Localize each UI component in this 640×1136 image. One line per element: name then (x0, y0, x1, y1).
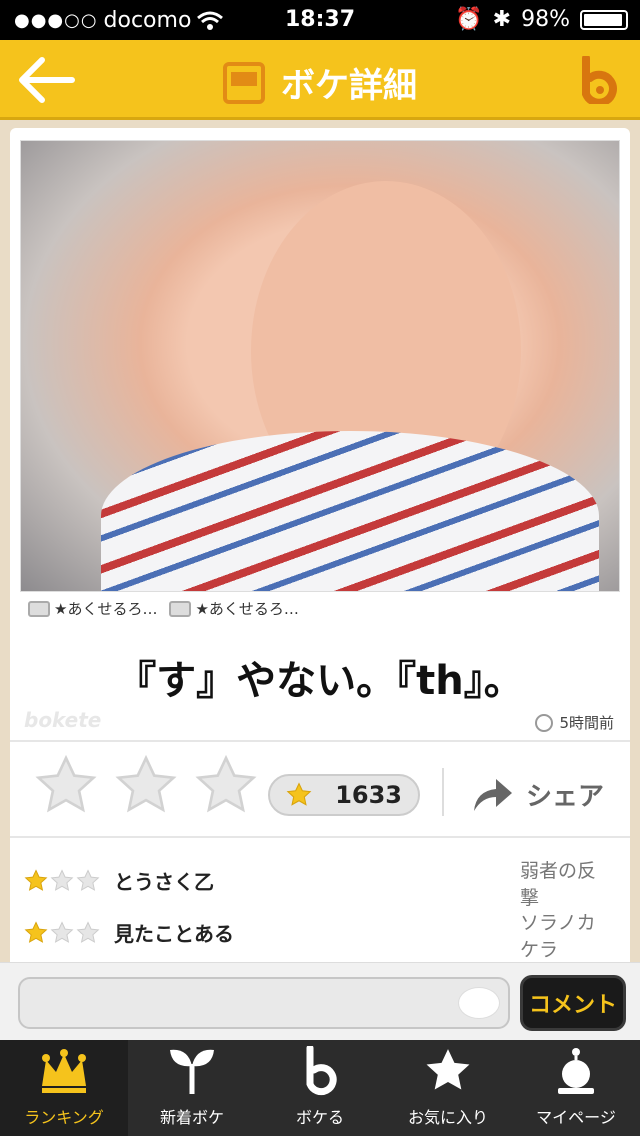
gold-star-icon (286, 782, 312, 806)
battery-percent: 98% (521, 7, 570, 32)
gray-star-icon (76, 920, 100, 943)
bluetooth-icon: ✱ (492, 7, 512, 32)
page-title: ボケ詳細 (0, 58, 640, 107)
star-icon (426, 1049, 470, 1090)
camera-icon (28, 600, 50, 617)
rate-star-1-icon[interactable] (32, 754, 100, 818)
vertical-divider (442, 768, 444, 816)
boke-card: ★あくせるろ… ★あくせるろ… 『す』やない。『th』。 bokete 5時間前… (10, 128, 630, 968)
battery-icon (580, 9, 628, 30)
image-credit-label: ★あくせるろ… (195, 600, 299, 618)
page-title-label: ボケ詳細 (281, 66, 417, 106)
tab-label: お気に入り (407, 1108, 488, 1127)
comment-input-bar: コメント (0, 962, 640, 1040)
divider (10, 836, 630, 838)
comment-button[interactable]: コメント (520, 975, 626, 1031)
divider (10, 740, 630, 742)
photo-credits: ★あくせるろ… ★あくせるろ… (28, 598, 299, 619)
rate-star-2-icon[interactable] (112, 754, 180, 818)
speech-bubble-icon (458, 987, 500, 1019)
tab-new-boke[interactable]: 新着ボケ (128, 1040, 256, 1136)
star-count: 1633 (335, 781, 402, 809)
boke-detail-icon (223, 61, 265, 104)
gray-star-icon (50, 920, 74, 943)
status-bar: ●●●○○ docomo 18:37 ⏰ ✱ 98% (0, 0, 640, 40)
tab-mypage[interactable]: マイページ (512, 1040, 640, 1136)
tab-label: 新着ボケ (159, 1108, 224, 1127)
profile-icon (558, 1048, 594, 1094)
post-time-label: 5時間前 (559, 714, 614, 732)
striped-blanket-shape (101, 431, 599, 591)
tab-ranking[interactable]: ランキング (0, 1040, 128, 1136)
share-label: シェア (526, 782, 605, 812)
photo-credit[interactable]: ★あくせるろ… (28, 598, 157, 619)
comment-rating (24, 920, 100, 945)
comment-item: 見たことある (24, 918, 234, 947)
photo-credit-label: ★あくせるろ… (54, 600, 158, 618)
tab-bar: ランキング 新着ボケ ボケる お気に入り マイページ (0, 1040, 640, 1136)
boke-photo[interactable] (20, 140, 620, 592)
comment-text: 見たことある (114, 922, 234, 946)
app-header: ボケ詳細 (0, 40, 640, 120)
bokete-b-icon (306, 1046, 337, 1096)
gold-star-icon (24, 868, 48, 891)
image-credit[interactable]: ★あくせるろ… (169, 598, 299, 619)
image-icon (169, 600, 192, 617)
tab-label: ランキング (24, 1108, 104, 1127)
rate-star-3-icon[interactable] (192, 754, 260, 818)
share-arrow-icon (474, 778, 512, 811)
rating-stars (32, 754, 260, 818)
gray-star-icon (50, 868, 74, 891)
gray-star-icon (76, 868, 100, 891)
gold-star-icon (24, 920, 48, 943)
sprout-icon (170, 1049, 214, 1094)
boke-text: 『す』やない。『th』。 (116, 658, 524, 704)
star-count-badge: 1633 (268, 774, 420, 816)
crown-icon (42, 1049, 86, 1093)
tab-boke-create[interactable]: ボケる (256, 1040, 384, 1136)
tab-favorites[interactable]: お気に入り (384, 1040, 512, 1136)
alarm-icon: ⏰ (455, 7, 483, 32)
comment-item: とうさく乙 (24, 866, 214, 895)
tab-label: マイページ (536, 1108, 616, 1127)
comment-user[interactable]: 弱者の反撃 (520, 858, 610, 912)
share-button[interactable]: シェア (470, 776, 604, 813)
comment-input[interactable] (18, 977, 510, 1029)
tab-label: ボケる (295, 1108, 344, 1127)
comment-rating (24, 868, 100, 893)
comment-text: とうさく乙 (114, 870, 214, 894)
bokete-logo-icon[interactable] (578, 56, 622, 104)
post-time: 5時間前 (535, 712, 614, 733)
clock-icon (535, 713, 554, 732)
bokete-watermark: bokete (24, 708, 102, 732)
comment-user[interactable]: ソラノカケラ (520, 910, 610, 964)
